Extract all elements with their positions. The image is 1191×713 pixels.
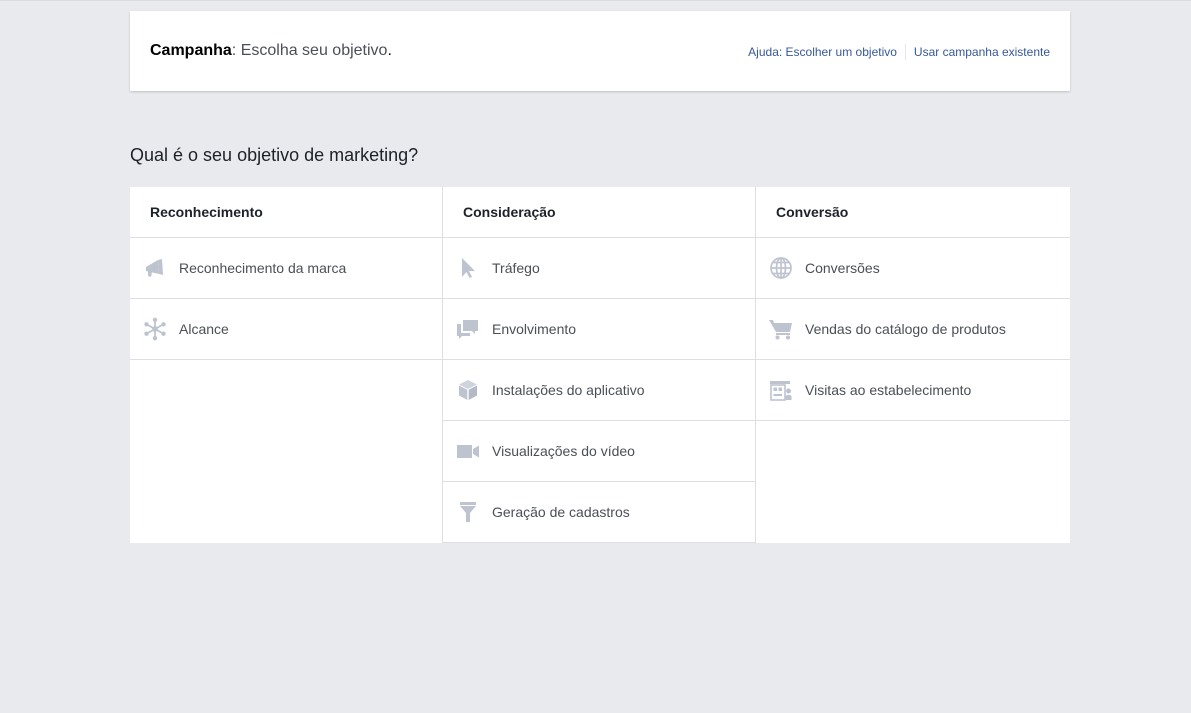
objective-label: Vendas do catálogo de produtos	[805, 321, 1006, 337]
use-existing-campaign-link[interactable]: Usar campanha existente	[914, 45, 1050, 59]
chat-bubbles-icon	[456, 317, 480, 341]
column-awareness: Reconhecimento Reconhecimento da marca A…	[130, 187, 443, 543]
objective-label: Visitas ao estabelecimento	[805, 382, 972, 398]
campaign-header: Campanha: Escolha seu objetivo. Ajuda: E…	[130, 11, 1070, 91]
megaphone-icon	[143, 256, 167, 280]
objective-conversions[interactable]: Conversões	[756, 238, 1070, 299]
objective-label: Tráfego	[492, 260, 540, 276]
objective-label: Geração de cadastros	[492, 504, 630, 520]
objective-reach[interactable]: Alcance	[130, 299, 442, 360]
column-conversion: Conversão Conversões Vendas do catálogo …	[756, 187, 1070, 543]
asterisk-reach-icon	[143, 317, 167, 341]
header-links: Ajuda: Escolher um objetivo Usar campanh…	[748, 44, 1050, 60]
objective-engagement[interactable]: Envolvimento	[443, 299, 755, 360]
title-period: .	[387, 42, 392, 59]
objective-label: Reconhecimento da marca	[179, 260, 347, 276]
link-separator	[904, 44, 906, 60]
column-header-consideration: Consideração	[443, 187, 755, 238]
objective-grid: Reconhecimento Reconhecimento da marca A…	[130, 187, 1070, 543]
column-header-conversion: Conversão	[756, 187, 1070, 238]
objective-app-installs[interactable]: Instalações do aplicativo	[443, 360, 755, 421]
box-icon	[456, 378, 480, 402]
objective-brand-awareness[interactable]: Reconhecimento da marca	[130, 238, 442, 299]
globe-icon	[769, 256, 793, 280]
top-divider	[0, 0, 1191, 1]
objective-label: Alcance	[179, 321, 229, 337]
objective-store-visits[interactable]: Visitas ao estabelecimento	[756, 360, 1070, 421]
objective-lead-generation[interactable]: Geração de cadastros	[443, 482, 755, 543]
column-header-awareness: Reconhecimento	[130, 187, 442, 238]
objective-label: Envolvimento	[492, 321, 577, 337]
funnel-icon	[456, 500, 480, 524]
objective-catalog-sales[interactable]: Vendas do catálogo de produtos	[756, 299, 1070, 360]
objective-traffic[interactable]: Tráfego	[443, 238, 755, 299]
marketing-objective-question: Qual é o seu objetivo de marketing?	[130, 145, 419, 165]
title-subtitle: : Escolha seu objetivo	[231, 42, 388, 59]
objective-label: Instalações do aplicativo	[492, 382, 645, 398]
objective-video-views[interactable]: Visualizações do vídeo	[443, 421, 755, 482]
shopping-cart-icon	[769, 317, 793, 341]
title-campaign-label: Campanha	[150, 42, 232, 59]
video-camera-icon	[456, 439, 480, 463]
cursor-icon	[456, 256, 480, 280]
objective-label: Conversões	[805, 260, 880, 276]
help-choose-objective-link[interactable]: Ajuda: Escolher um objetivo	[748, 45, 897, 59]
store-icon	[769, 378, 793, 402]
column-consideration: Consideração Tráfego Envolvimento Instal…	[443, 187, 756, 543]
objective-label: Visualizações do vídeo	[492, 443, 635, 459]
page-title: Campanha: Escolha seu objetivo.	[150, 42, 392, 60]
